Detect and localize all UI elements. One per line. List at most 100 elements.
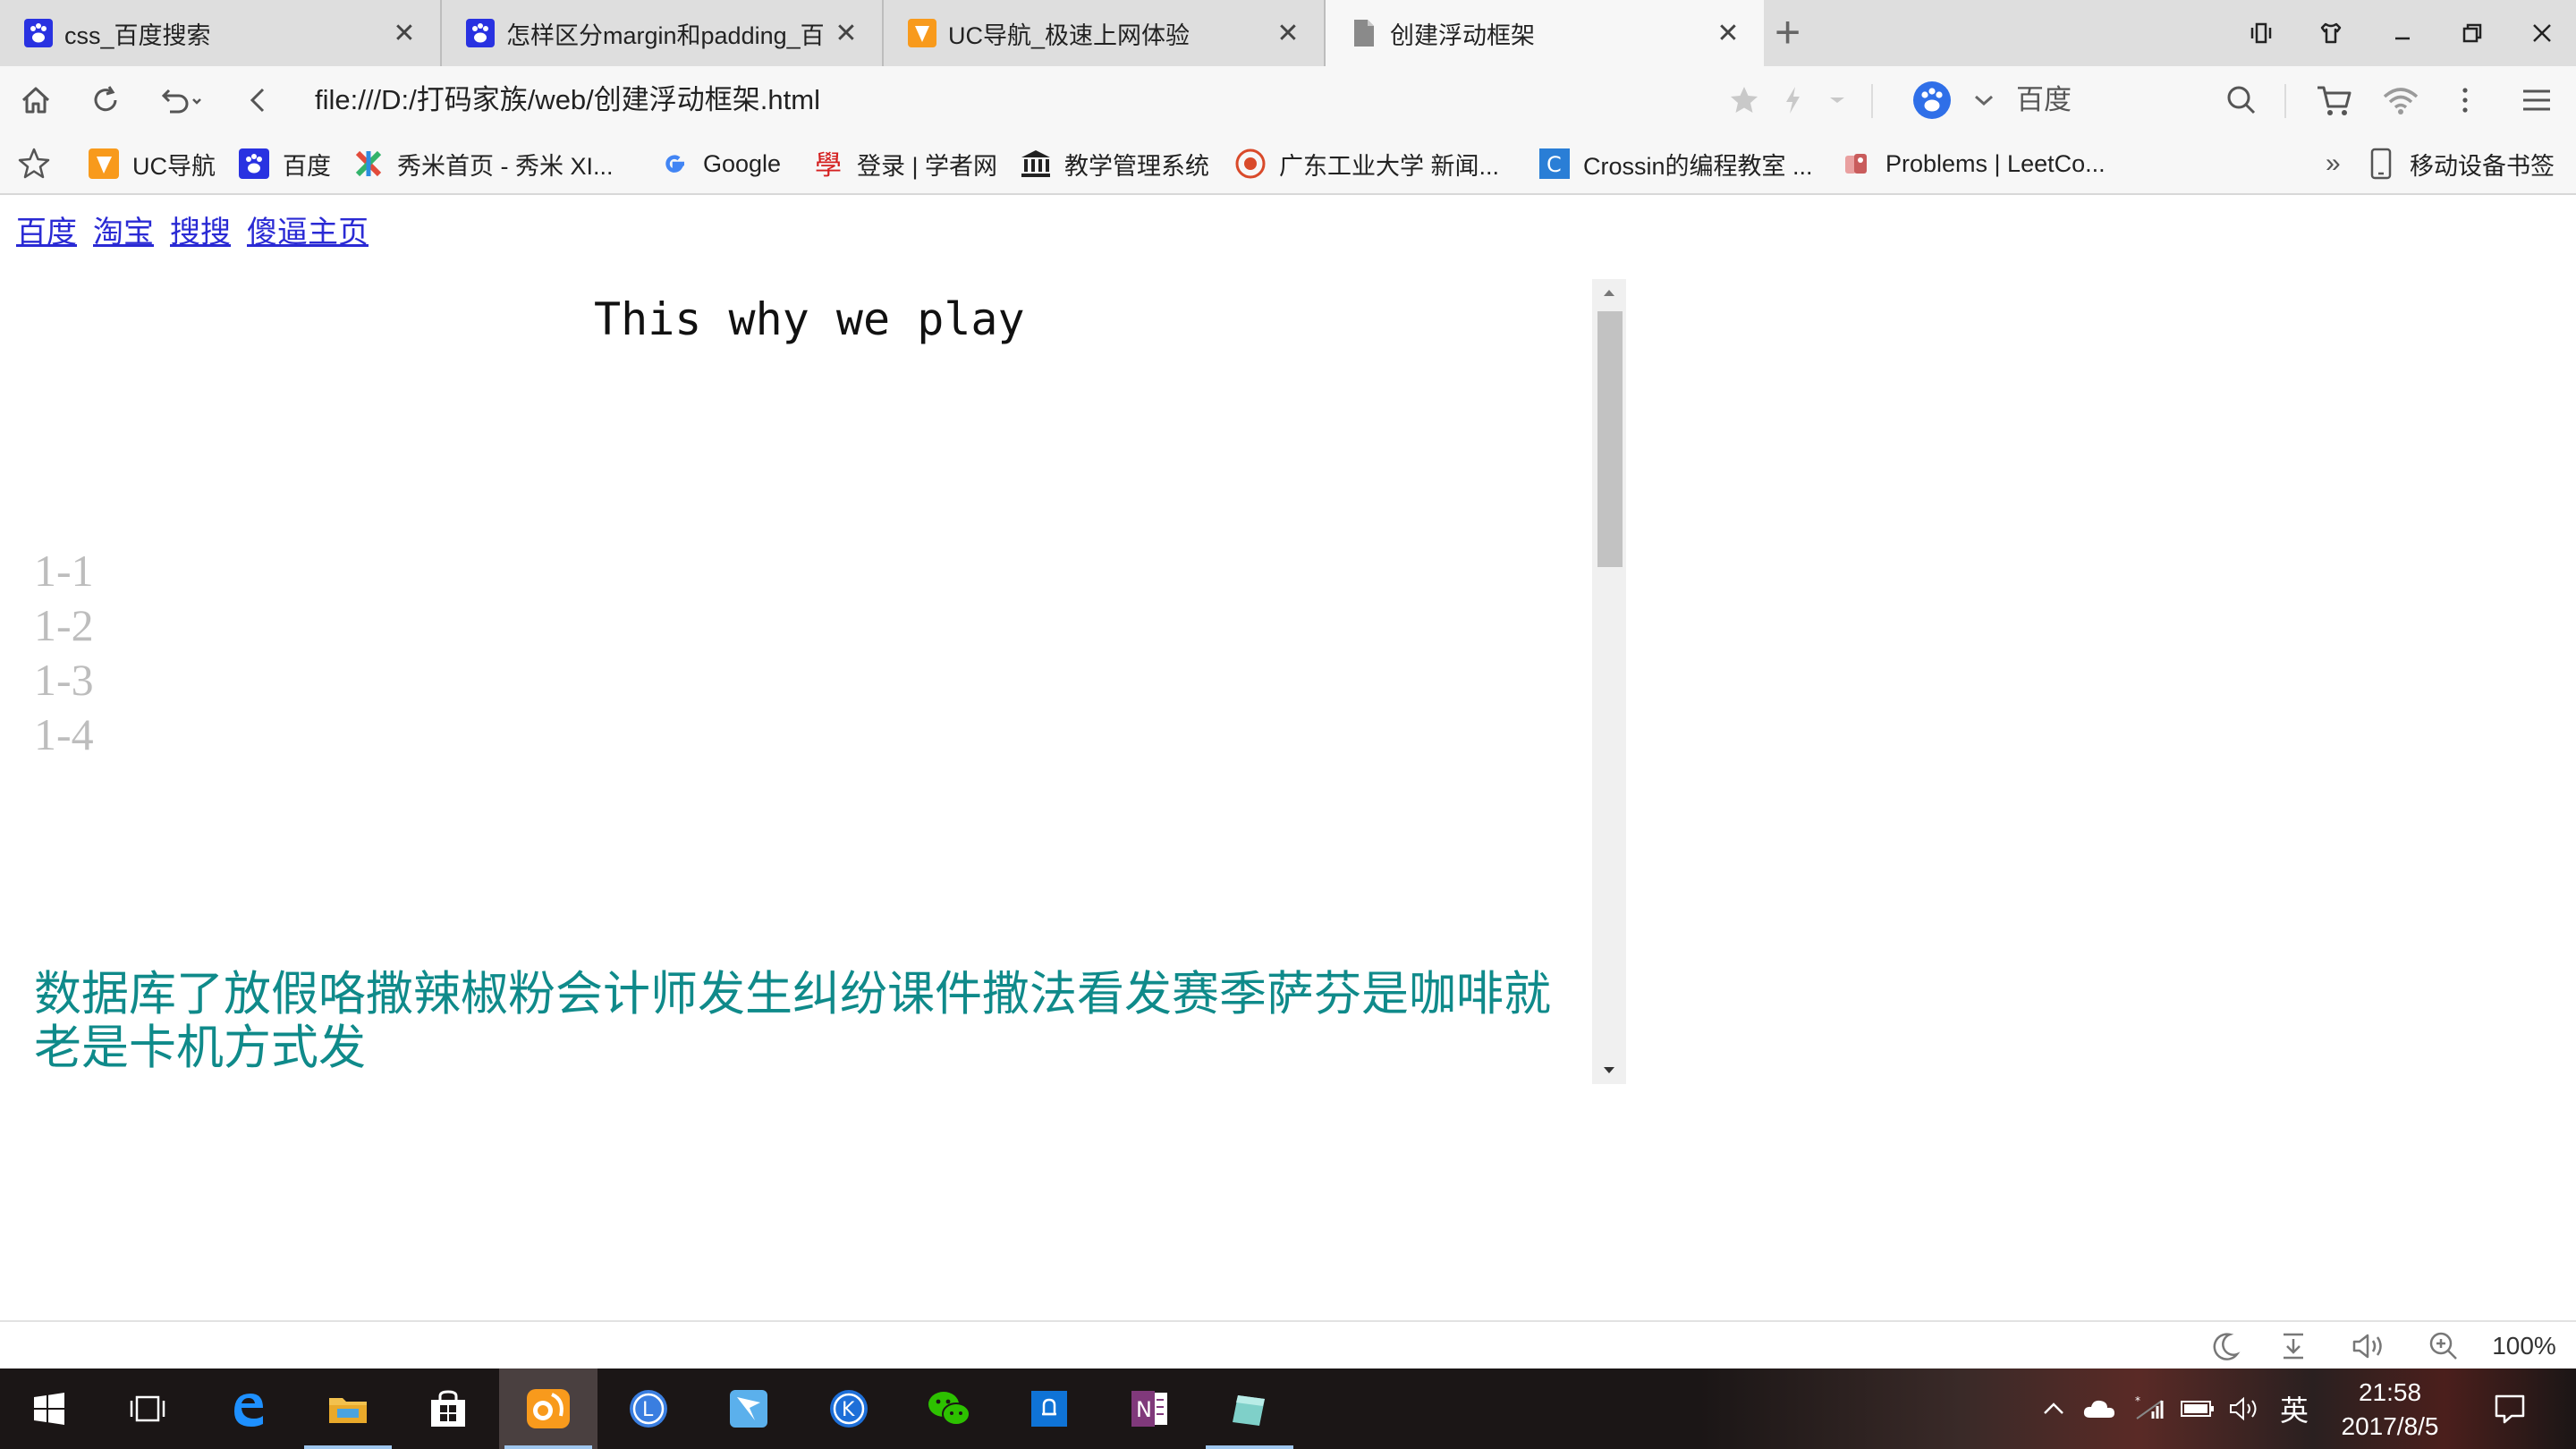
mobile-bookmarks[interactable]: 移动设备书签 bbox=[2365, 134, 2555, 193]
chevron-down-icon[interactable] bbox=[1955, 66, 2012, 134]
svg-text:C: C bbox=[1546, 152, 1562, 177]
edge-icon[interactable] bbox=[199, 1368, 297, 1449]
speaker-icon[interactable] bbox=[2340, 1322, 2397, 1370]
clock-date: 2017/8/5 bbox=[2341, 1412, 2439, 1440]
bookmark-uc[interactable]: UC导航 bbox=[88, 134, 216, 193]
scrollbar-thumb[interactable] bbox=[1597, 311, 1623, 567]
bookmarks-more-button[interactable]: » bbox=[2326, 134, 2341, 193]
bookmark-teaching-system[interactable]: 教学管理系统 bbox=[1020, 134, 1209, 193]
file-explorer-icon[interactable] bbox=[299, 1368, 397, 1449]
bookmark-google[interactable]: Google bbox=[658, 134, 781, 193]
bookmark-scholar[interactable]: 學 登录 | 学者网 bbox=[812, 134, 997, 193]
zoom-icon[interactable] bbox=[2415, 1322, 2472, 1370]
bookmarks-star-icon[interactable] bbox=[16, 134, 52, 193]
link-soso[interactable]: 搜搜 bbox=[170, 216, 231, 250]
close-icon[interactable]: ✕ bbox=[1270, 18, 1306, 49]
app-l-icon[interactable]: L bbox=[599, 1368, 698, 1449]
divider bbox=[1871, 84, 1873, 118]
tab-css-search[interactable]: css_百度搜索 ✕ bbox=[0, 0, 442, 66]
bookmark-label: Problems | LeetCo... bbox=[1885, 149, 2106, 177]
download-icon[interactable] bbox=[2265, 1322, 2322, 1370]
cart-icon[interactable] bbox=[2306, 66, 2363, 134]
svg-text:N: N bbox=[1136, 1397, 1152, 1422]
wechat-icon[interactable] bbox=[900, 1368, 998, 1449]
leetcode-icon bbox=[1841, 148, 1873, 180]
bookmark-crossin[interactable]: C Crossin的编程教室 ... bbox=[1538, 134, 1813, 193]
running-indicator bbox=[504, 1445, 592, 1449]
building-icon bbox=[1020, 148, 1052, 180]
bookmark-gdut-news[interactable]: 广东工业大学 新闻... bbox=[1234, 134, 1499, 193]
refresh-button[interactable] bbox=[77, 66, 134, 134]
vibrate-icon[interactable] bbox=[2225, 0, 2297, 66]
list-item: 1-4 bbox=[34, 709, 94, 759]
notification-center-icon[interactable] bbox=[2485, 1368, 2535, 1449]
scroll-down-arrow-icon[interactable] bbox=[1592, 1057, 1626, 1084]
bookmark-label: Crossin的编程教室 ... bbox=[1583, 152, 1813, 180]
ime-indicator[interactable]: 英 bbox=[2272, 1368, 2317, 1449]
baidu-paw-icon bbox=[238, 148, 270, 180]
tab-title: 怎样区分margin和padding_百 bbox=[506, 21, 825, 49]
baidu-paw-icon[interactable] bbox=[1903, 66, 1961, 134]
crossin-icon: C bbox=[1538, 148, 1571, 180]
minimize-button[interactable] bbox=[2367, 0, 2438, 66]
divider bbox=[2284, 84, 2286, 118]
task-view-icon[interactable] bbox=[98, 1368, 197, 1449]
chevron-down-icon[interactable] bbox=[1810, 66, 1864, 134]
close-icon[interactable]: ✕ bbox=[386, 18, 422, 49]
close-window-button[interactable] bbox=[2506, 0, 2576, 66]
store-icon[interactable] bbox=[399, 1368, 497, 1449]
tab-strip: css_百度搜索 ✕ 怎样区分margin和padding_百 ✕ UC导航_极… bbox=[0, 0, 2576, 66]
battery-icon[interactable] bbox=[2175, 1368, 2220, 1449]
chevron-up-icon[interactable] bbox=[2036, 1368, 2072, 1449]
search-icon[interactable] bbox=[2213, 66, 2270, 134]
baidu-paw-icon bbox=[465, 18, 496, 48]
search-engine-input[interactable]: 百度 bbox=[2016, 80, 2072, 120]
close-icon[interactable]: ✕ bbox=[828, 18, 864, 49]
wifi-icon[interactable] bbox=[2372, 66, 2429, 134]
taskbar-clock[interactable]: 21:58 2017/8/5 bbox=[2318, 1376, 2462, 1444]
wifi-icon[interactable]: * bbox=[2127, 1368, 2172, 1449]
tab-create-iframe[interactable]: 创建浮动框架 ✕ bbox=[1326, 0, 1764, 66]
tab-uc-navigation[interactable]: UC导航_极速上网体验 ✕ bbox=[884, 0, 1326, 66]
list-item: 1-2 bbox=[34, 600, 94, 650]
more-vertical-icon[interactable] bbox=[2436, 66, 2494, 134]
restore-button[interactable] bbox=[2436, 0, 2508, 66]
iframe-document: This why we play 1-1 1-2 1-3 1-4 数据库了放假咯… bbox=[16, 279, 1590, 1084]
bookmark-leetcode[interactable]: Problems | LeetCo... bbox=[1841, 134, 2106, 193]
onenote-icon[interactable]: N bbox=[1100, 1368, 1199, 1449]
svg-text:*: * bbox=[2135, 1395, 2140, 1407]
link-homepage[interactable]: 傻逼主页 bbox=[247, 216, 369, 250]
uc-browser-icon[interactable] bbox=[499, 1368, 597, 1449]
cloud-icon[interactable] bbox=[2075, 1368, 2123, 1449]
link-baidu[interactable]: 百度 bbox=[16, 216, 77, 250]
document-icon bbox=[1349, 18, 1379, 48]
app-arrow-icon[interactable] bbox=[699, 1368, 798, 1449]
bookmark-label: 教学管理系统 bbox=[1064, 152, 1209, 180]
bookmark-label: 百度 bbox=[283, 152, 331, 180]
link-taobao[interactable]: 淘宝 bbox=[93, 216, 154, 250]
iframe-scrollbar[interactable] bbox=[1592, 279, 1626, 1084]
home-button[interactable] bbox=[7, 66, 64, 134]
notes-icon[interactable] bbox=[1200, 1368, 1299, 1449]
mobile-phone-icon bbox=[2365, 148, 2397, 180]
windows-start-icon[interactable] bbox=[0, 1368, 98, 1449]
zoom-level[interactable]: 100% bbox=[2479, 1322, 2569, 1370]
bookmark-baidu[interactable]: 百度 bbox=[238, 134, 331, 193]
new-tab-button[interactable]: + bbox=[1775, 7, 1801, 57]
tab-margin-padding[interactable]: 怎样区分margin和padding_百 ✕ bbox=[442, 0, 884, 66]
scroll-up-arrow-icon[interactable] bbox=[1592, 279, 1626, 306]
address-bar[interactable]: file:///D:/打码家族/web/创建浮动框架.html bbox=[315, 79, 1853, 122]
shirt-skin-icon[interactable] bbox=[2295, 0, 2367, 66]
close-icon[interactable]: ✕ bbox=[1710, 18, 1746, 49]
menu-icon[interactable] bbox=[2508, 66, 2565, 134]
gdut-icon bbox=[1234, 148, 1267, 180]
night-mode-icon[interactable] bbox=[2197, 1322, 2254, 1370]
bookmark-label: Google bbox=[703, 149, 782, 177]
bookmark-xiumi[interactable]: 秀米首页 - 秀米 XI... bbox=[352, 134, 614, 193]
app-k-icon[interactable]: K bbox=[800, 1368, 898, 1449]
app-blue-square-icon[interactable] bbox=[1000, 1368, 1098, 1449]
volume-icon[interactable] bbox=[2222, 1368, 2268, 1449]
bookmarks-bar: UC导航 百度 秀米首页 - 秀米 XI... Google 學 登录 | 学者… bbox=[0, 134, 2576, 195]
back-button[interactable] bbox=[231, 66, 288, 134]
undo-close-button[interactable] bbox=[147, 66, 218, 134]
